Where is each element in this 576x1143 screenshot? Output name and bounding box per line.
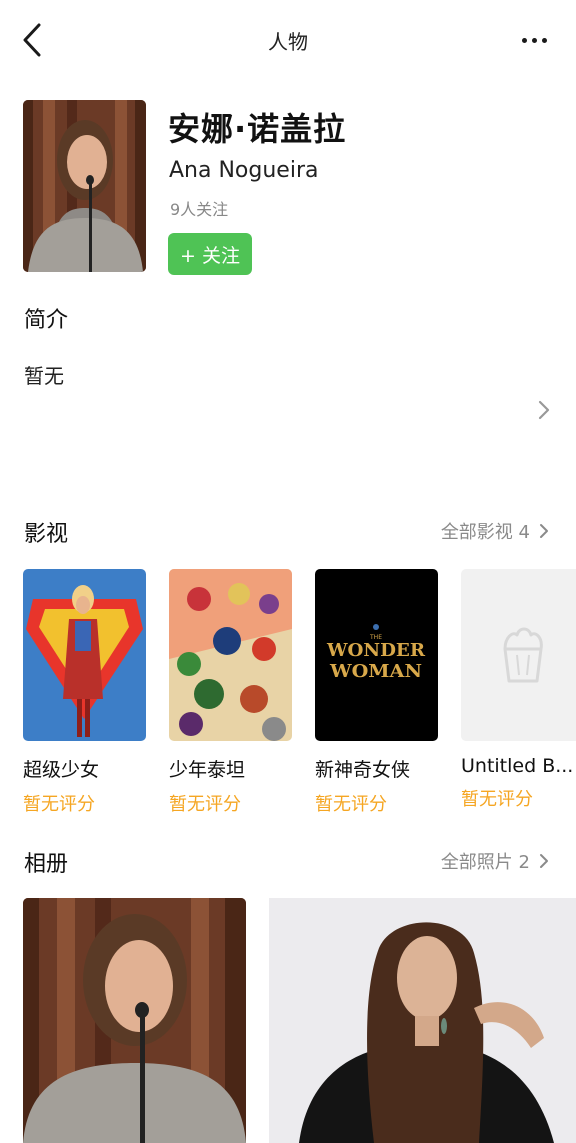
intro-title: 简介	[24, 308, 69, 333]
person-name-en: Ana Nogueira	[169, 158, 319, 183]
film-title: 超级少女	[23, 759, 100, 781]
follow-button[interactable]: + 关注	[168, 233, 252, 275]
film-title: Untitled B...	[461, 755, 574, 777]
all-photos-link[interactable]: 全部照片 2	[441, 848, 550, 874]
film-rating: 暂无评分	[169, 794, 241, 815]
dot-icon	[531, 37, 537, 43]
film-poster: THE WONDER WOMAN	[315, 569, 438, 741]
album-photo[interactable]	[23, 898, 246, 1143]
intro-text: 暂无	[24, 364, 64, 388]
chevron-right-icon	[538, 400, 550, 420]
follower-count: 9人关注	[170, 200, 229, 219]
film-title: 新神奇女侠	[315, 759, 411, 781]
expand-intro-button[interactable]	[536, 398, 552, 422]
chevron-right-icon	[540, 854, 548, 868]
films-section-title: 影视	[24, 522, 69, 547]
film-title: 少年泰坦	[169, 759, 246, 781]
film-rating: 暂无评分	[23, 794, 95, 815]
all-films-label: 全部影视 4	[440, 522, 530, 543]
album-photo[interactable]	[269, 898, 576, 1143]
film-rating: 暂无评分	[315, 794, 387, 815]
all-photos-label: 全部照片 2	[440, 852, 530, 873]
film-rating: 暂无评分	[461, 789, 533, 810]
film-card[interactable]: 少年泰坦 暂无评分	[169, 569, 292, 816]
dot-icon	[541, 37, 547, 43]
film-card[interactable]: 超级少女 暂无评分	[23, 569, 146, 816]
film-card[interactable]: THE WONDER WOMAN 新神奇女侠 暂无评分	[315, 569, 438, 816]
more-options-button[interactable]	[514, 26, 554, 54]
dot-icon	[521, 37, 527, 43]
film-poster	[461, 569, 576, 741]
chevron-right-icon	[540, 524, 548, 538]
film-poster	[169, 569, 292, 741]
album-section-title: 相册	[24, 852, 69, 877]
poster-text-wonder: WONDER	[326, 640, 426, 661]
person-avatar[interactable]	[23, 100, 146, 272]
film-card[interactable]: Untitled B... 暂无评分	[461, 569, 576, 811]
person-name-cn: 安娜·诺盖拉	[168, 110, 347, 148]
poster-text-woman: WOMAN	[329, 661, 422, 682]
film-poster	[23, 569, 146, 741]
page-title: 人物	[268, 30, 308, 54]
all-films-link[interactable]: 全部影视 4	[441, 518, 550, 544]
